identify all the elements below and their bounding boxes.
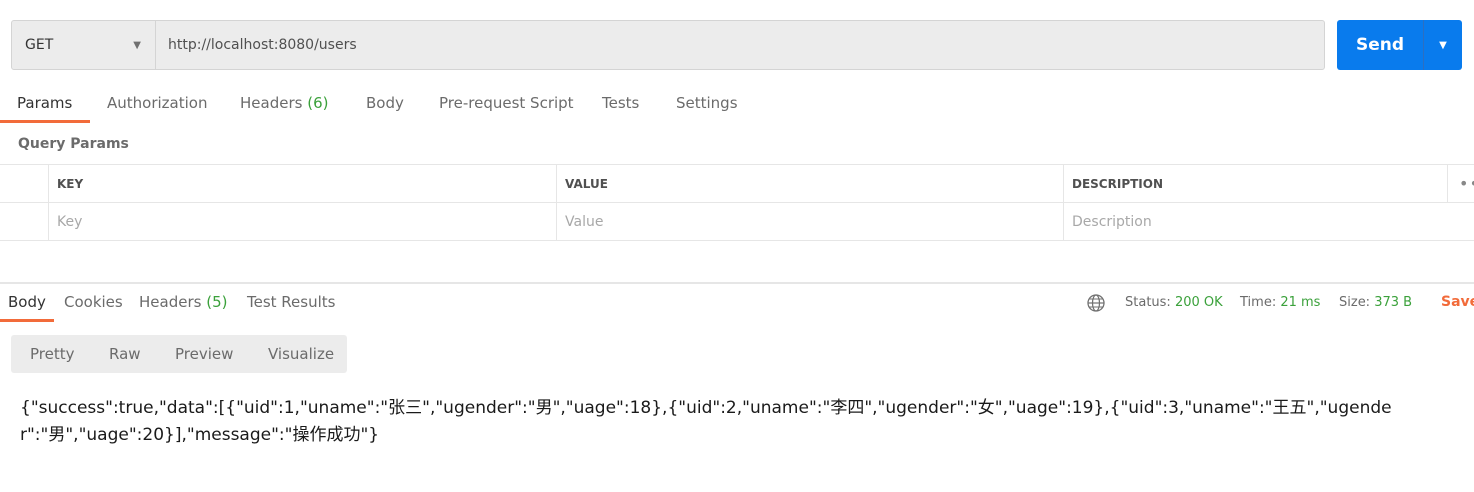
response-tab-test-results[interactable]: Test Results	[247, 293, 335, 311]
url-bar: GET ▼	[11, 20, 1325, 70]
time-label: Time:	[1240, 295, 1277, 310]
response-headers-count: (5)	[206, 293, 228, 311]
send-button-group: Send ▼	[1337, 20, 1462, 70]
status-label: Status:	[1125, 295, 1171, 310]
response-view-mode: Pretty Raw Preview Visualize	[11, 335, 347, 373]
url-input[interactable]	[156, 21, 1324, 69]
tab-label: Params	[17, 94, 73, 112]
response-tab-cookies[interactable]: Cookies	[64, 293, 123, 311]
chevron-down-icon: ▼	[1439, 39, 1447, 51]
column-options-button[interactable]: ••	[1447, 165, 1474, 202]
tab-label: Settings	[676, 94, 738, 112]
response-size[interactable]: Size: 373 B	[1339, 295, 1412, 310]
view-pretty-button[interactable]: Pretty	[30, 335, 75, 373]
table-row	[0, 203, 1474, 241]
tab-params[interactable]: Params	[17, 94, 72, 112]
headers-count: (6)	[307, 94, 329, 112]
method-select[interactable]: GET ▼	[12, 21, 156, 69]
chevron-down-icon: ▼	[133, 39, 141, 51]
view-raw-button[interactable]: Raw	[109, 335, 141, 373]
key-cell	[48, 203, 556, 240]
tab-label: Cookies	[64, 293, 123, 311]
view-preview-button[interactable]: Preview	[175, 335, 233, 373]
tab-authorization[interactable]: Authorization	[107, 94, 207, 112]
value-cell	[556, 203, 1063, 240]
tab-pre-request-script[interactable]: Pre-request Script	[439, 94, 574, 112]
tab-label: Body	[366, 94, 404, 112]
tab-settings[interactable]: Settings	[676, 94, 738, 112]
params-table: KEY VALUE DESCRIPTION ••	[0, 164, 1474, 241]
send-options-button[interactable]: ▼	[1424, 20, 1462, 70]
pane-divider[interactable]	[0, 282, 1474, 284]
tab-label: Body	[8, 293, 46, 311]
key-input[interactable]	[57, 213, 532, 230]
tab-label: Headers	[240, 94, 303, 112]
size-value: 373 B	[1374, 295, 1413, 310]
description-cell	[1063, 203, 1474, 240]
params-header-row: KEY VALUE DESCRIPTION ••	[0, 164, 1474, 203]
tab-body[interactable]: Body	[366, 94, 404, 112]
query-params-label: Query Params	[18, 136, 129, 152]
response-status[interactable]: Status: 200 OK	[1125, 295, 1223, 310]
method-label: GET	[25, 37, 54, 53]
response-time[interactable]: Time: 21 ms	[1240, 295, 1320, 310]
value-input[interactable]	[565, 213, 1039, 230]
tab-tests[interactable]: Tests	[602, 94, 639, 112]
tab-label: Tests	[602, 94, 640, 112]
tab-label: Headers	[139, 293, 202, 311]
globe-icon[interactable]	[1086, 293, 1106, 313]
tab-headers[interactable]: Headers (6)	[240, 94, 328, 112]
view-visualize-button[interactable]: Visualize	[268, 335, 334, 373]
save-response-button[interactable]: Save	[1441, 294, 1474, 310]
tab-label: Pre-request Script	[439, 94, 574, 112]
column-header-key: KEY	[48, 165, 556, 202]
response-tab-body[interactable]: Body	[8, 293, 46, 311]
status-value: 200 OK	[1174, 295, 1223, 310]
response-tab-headers[interactable]: Headers (5)	[139, 293, 227, 311]
tab-label: Authorization	[107, 94, 208, 112]
send-button[interactable]: Send	[1337, 20, 1424, 70]
column-header-value: VALUE	[556, 165, 1063, 202]
active-tab-indicator	[0, 120, 90, 123]
time-value: 21 ms	[1280, 295, 1321, 310]
active-response-tab-indicator	[0, 319, 54, 322]
response-body[interactable]: {"success":true,"data":[{"uid":1,"uname"…	[20, 395, 1400, 449]
tab-label: Test Results	[247, 293, 336, 311]
more-horizontal-icon: ••	[1459, 174, 1474, 193]
size-label: Size:	[1339, 295, 1371, 310]
column-header-description: DESCRIPTION	[1063, 165, 1447, 202]
description-input[interactable]	[1072, 213, 1454, 230]
